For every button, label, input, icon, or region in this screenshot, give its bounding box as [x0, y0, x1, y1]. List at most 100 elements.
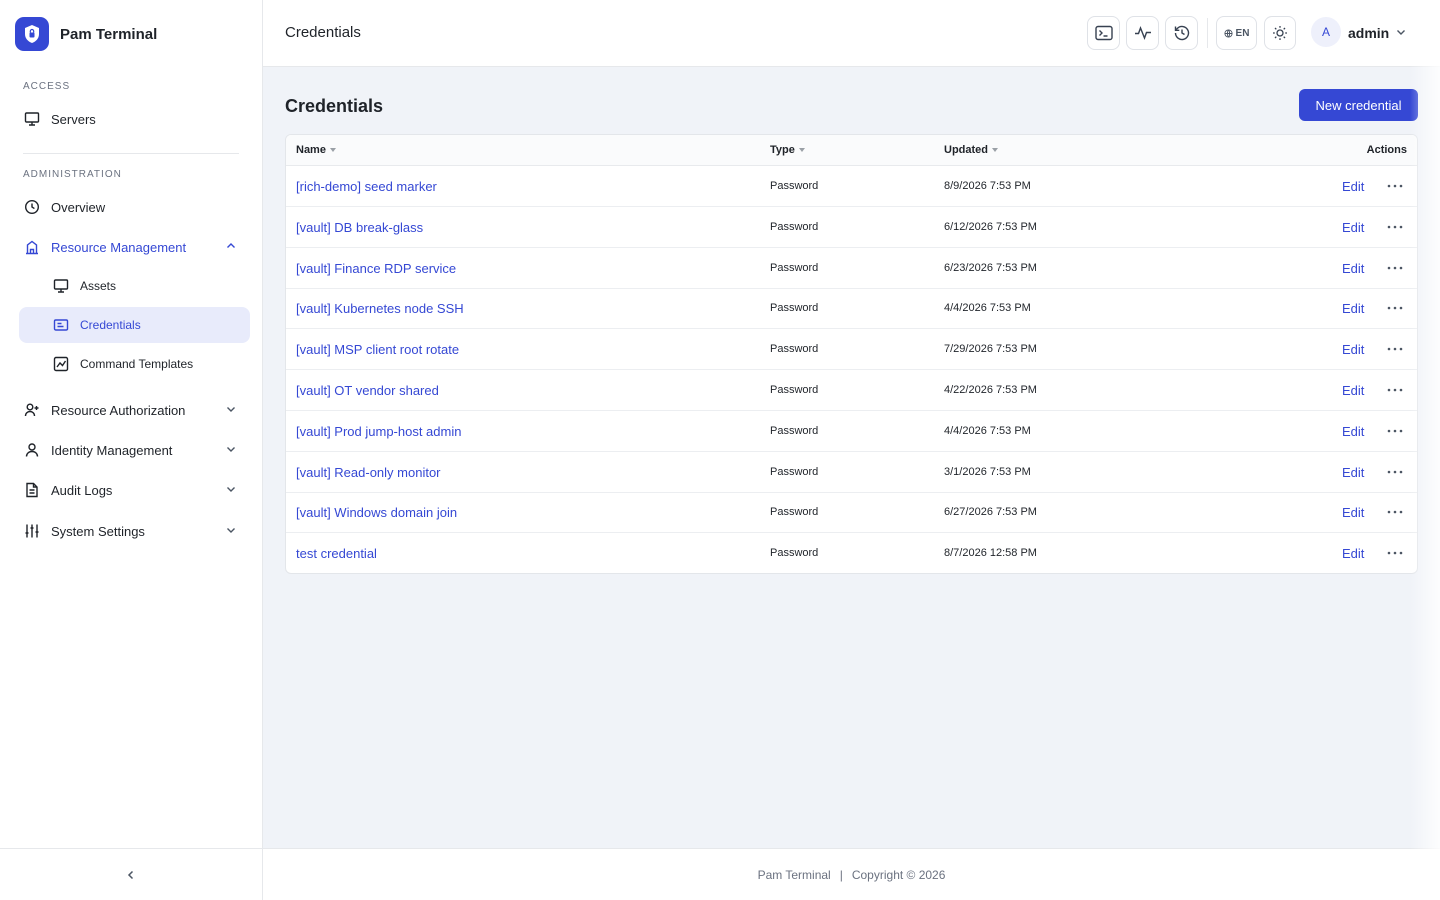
- sidebar-item-audit-logs[interactable]: Audit Logs: [19, 472, 250, 508]
- user-plus-icon: [23, 401, 41, 419]
- terminal-button[interactable]: [1087, 16, 1120, 50]
- credential-name-link[interactable]: [vault] Windows domain join: [296, 505, 457, 520]
- section-label-administration: ADMINISTRATION: [23, 169, 122, 180]
- credential-updated: 4/4/2026 7:53 PM: [944, 424, 1031, 437]
- sort-caret-icon: [329, 148, 336, 153]
- footer-copyright: Copyright © 2026: [851, 867, 946, 882]
- history-icon: [1174, 25, 1189, 41]
- edit-button[interactable]: Edit: [1342, 342, 1364, 357]
- activity-button[interactable]: [1126, 16, 1159, 50]
- new-credential-button[interactable]: New credential: [1299, 89, 1418, 121]
- user-name[interactable]: admin: [1348, 25, 1389, 41]
- sidebar-item-system-settings[interactable]: System Settings: [19, 513, 250, 549]
- credential-type: Password: [770, 261, 819, 274]
- chevron-down-icon: [227, 447, 235, 452]
- table-row: [vault] Read-only monitor Password 3/1/202…: [286, 452, 1417, 493]
- chevron-down-icon[interactable]: [1395, 26, 1407, 38]
- section-label-access: ACCESS: [23, 81, 71, 92]
- credential-type: Password: [770, 384, 819, 396]
- sidebar-item-label: Credentials: [80, 318, 141, 332]
- credential-name-link[interactable]: [rich-demo] seed marker: [296, 179, 437, 194]
- more-icon[interactable]: [1386, 544, 1404, 562]
- clock-icon: [23, 198, 41, 216]
- edit-button[interactable]: Edit: [1342, 546, 1364, 561]
- chevron-left-icon[interactable]: [124, 868, 138, 882]
- credential-name-link[interactable]: [vault] Kubernetes node SSH: [296, 301, 464, 316]
- footer-brand: Pam Terminal: [757, 867, 831, 882]
- credential-name-link[interactable]: [vault] Read-only monitor: [296, 465, 441, 480]
- table-row: [vault] Kubernetes node SSH Password 4/4/2…: [286, 288, 1417, 330]
- credentials-table: Name Type Updated Actions [rich-demo] se…: [285, 134, 1418, 574]
- more-icon[interactable]: [1386, 381, 1404, 399]
- edit-button[interactable]: Edit: [1342, 220, 1364, 235]
- credential-updated: 6/27/2026 7:53 PM: [944, 506, 1037, 519]
- edit-button[interactable]: Edit: [1342, 505, 1364, 520]
- credential-name-link[interactable]: [vault] Prod jump-host admin: [296, 424, 461, 439]
- column-header-name[interactable]: Name: [296, 144, 336, 156]
- sidebar-item-overview[interactable]: Overview: [19, 189, 250, 225]
- avatar[interactable]: A: [1311, 17, 1341, 47]
- sidebar-item-label: Command Templates: [80, 357, 194, 371]
- credential-updated: 4/4/2026 7:53 PM: [944, 302, 1031, 315]
- sidebar-collapse: [0, 848, 262, 900]
- column-header-label: Updated: [944, 144, 988, 156]
- chevron-down-icon: [227, 407, 235, 412]
- shield-logo-icon: [15, 17, 49, 51]
- user-icon: [23, 441, 41, 459]
- chart-icon: [52, 355, 70, 373]
- more-icon[interactable]: [1386, 340, 1404, 358]
- credential-updated: 3/1/2026 7:53 PM: [944, 465, 1031, 478]
- credential-updated: 6/23/2026 7:53 PM: [944, 261, 1037, 274]
- edit-button[interactable]: Edit: [1342, 301, 1364, 316]
- credential-type: Password: [770, 465, 819, 478]
- edit-button[interactable]: Edit: [1342, 424, 1364, 439]
- credential-name-link[interactable]: [vault] MSP client root rotate: [296, 342, 459, 357]
- column-header-type[interactable]: Type: [770, 144, 805, 156]
- monitor-icon: [52, 277, 70, 295]
- sidebar-item-credentials[interactable]: Credentials: [19, 307, 250, 343]
- table-row: [vault] OT vendor shared Password 4/22/202…: [286, 370, 1417, 411]
- sidebar-item-assets[interactable]: Assets: [19, 268, 250, 304]
- credential-name-link[interactable]: [vault] Finance RDP service: [296, 261, 456, 276]
- credential-name-link[interactable]: test credential: [296, 546, 377, 561]
- sidebar-item-resource-authorization[interactable]: Resource Authorization: [19, 392, 250, 428]
- column-header-updated[interactable]: Updated: [944, 144, 998, 156]
- edit-button[interactable]: Edit: [1342, 465, 1364, 480]
- table-header: Name Type Updated Actions: [286, 135, 1417, 166]
- credential-updated: 6/12/2026 7:53 PM: [944, 220, 1037, 233]
- credential-name-link[interactable]: [vault] DB break-glass: [296, 220, 423, 235]
- credential-updated: 8/7/2026 12:58 PM: [944, 547, 1037, 560]
- edit-button[interactable]: Edit: [1342, 383, 1364, 398]
- sidebar-item-resource-management[interactable]: Resource Management: [19, 229, 250, 265]
- more-icon[interactable]: [1386, 422, 1404, 440]
- credential-type: Password: [770, 302, 819, 315]
- sidebar-item-identity-management[interactable]: Identity Management: [19, 432, 250, 468]
- building-icon: [23, 238, 41, 256]
- history-button[interactable]: [1165, 16, 1198, 50]
- sidebar-item-label: Resource Management: [51, 239, 187, 255]
- brand-name: Pam Terminal: [60, 25, 158, 43]
- edit-button[interactable]: Edit: [1342, 261, 1364, 276]
- sidebar-item-command-templates[interactable]: Command Templates: [19, 346, 250, 382]
- language-button[interactable]: EN: [1216, 16, 1257, 50]
- more-icon[interactable]: [1386, 299, 1404, 317]
- more-icon[interactable]: [1386, 503, 1404, 521]
- document-icon: [23, 481, 41, 499]
- more-icon[interactable]: [1386, 463, 1404, 481]
- more-icon[interactable]: [1386, 177, 1404, 195]
- table-row: [vault] Prod jump-host admin Password 4/4/…: [286, 411, 1417, 452]
- credential-name-link[interactable]: [vault] OT vendor shared: [296, 383, 439, 398]
- brand[interactable]: Pam Terminal: [15, 17, 157, 51]
- credential-type: Password: [770, 180, 819, 192]
- more-icon[interactable]: [1386, 218, 1404, 236]
- sidebar-item-servers[interactable]: Servers: [19, 101, 250, 137]
- credential-type: Password: [770, 343, 819, 356]
- id-card-icon: [52, 316, 70, 334]
- globe-icon: [1223, 28, 1233, 38]
- edit-button[interactable]: Edit: [1342, 179, 1364, 194]
- sidebar-divider: [23, 153, 239, 154]
- theme-toggle-button[interactable]: [1264, 16, 1296, 50]
- more-icon[interactable]: [1386, 259, 1404, 277]
- credential-type: Password: [770, 424, 819, 437]
- sort-caret-icon: [992, 148, 998, 153]
